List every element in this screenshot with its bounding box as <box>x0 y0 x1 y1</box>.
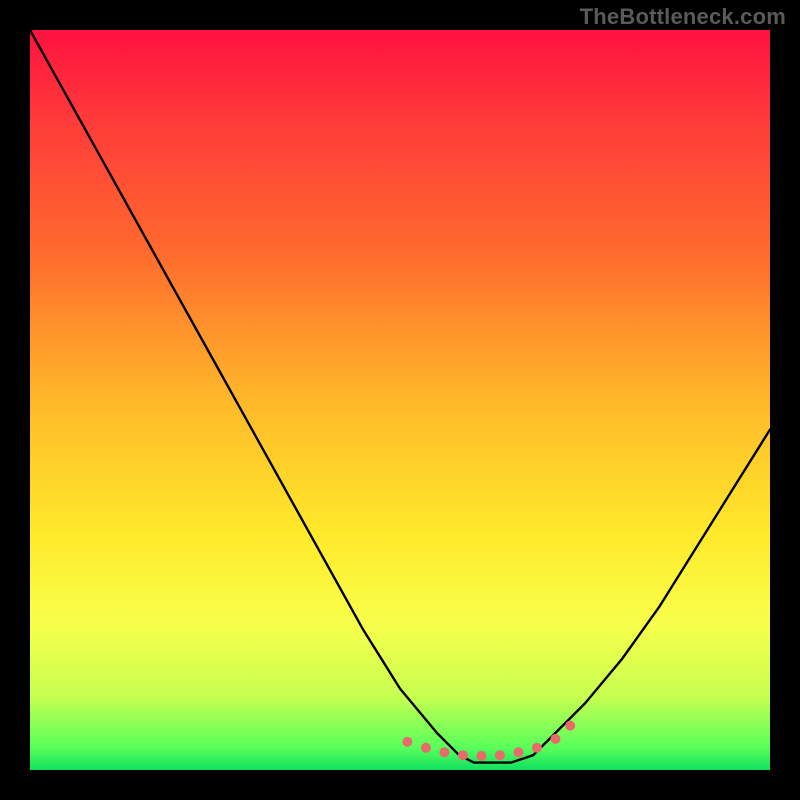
bottleneck-curve <box>30 30 770 763</box>
watermark-text: TheBottleneck.com <box>580 4 786 30</box>
chart-frame: TheBottleneck.com <box>0 0 800 800</box>
highlight-dot <box>421 743 431 753</box>
highlight-dot <box>550 734 560 744</box>
highlight-dot <box>495 750 505 760</box>
highlight-dot <box>513 747 523 757</box>
highlight-dot <box>565 721 575 731</box>
highlight-dot <box>532 743 542 753</box>
highlight-dot <box>476 751 486 761</box>
highlight-dot <box>439 747 449 757</box>
plot-area <box>30 30 770 770</box>
highlight-dot <box>402 737 412 747</box>
curve-svg <box>30 30 770 770</box>
highlight-dot <box>458 750 468 760</box>
